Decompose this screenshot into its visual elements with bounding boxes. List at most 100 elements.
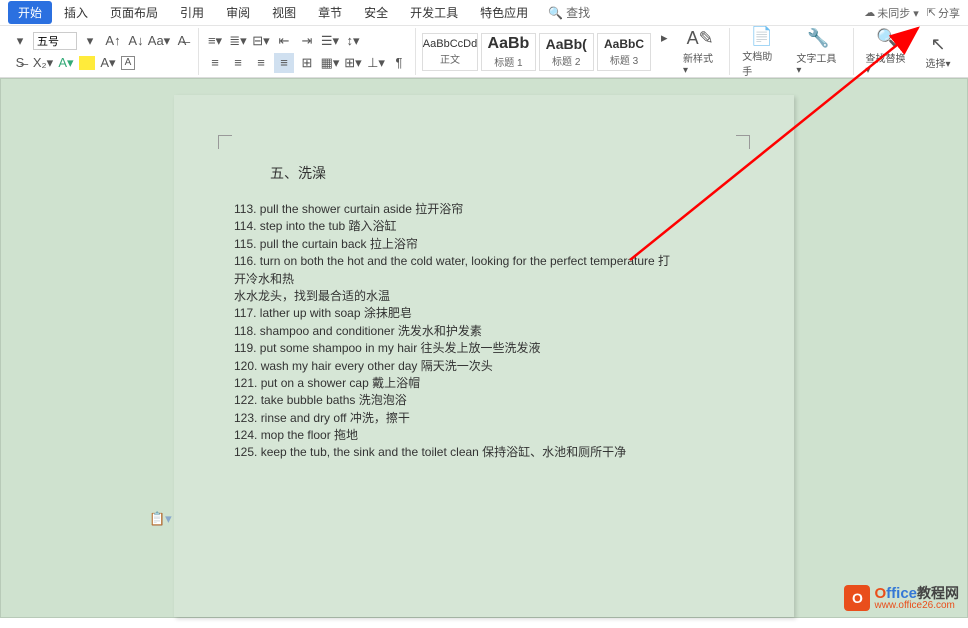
watermark-logo: O Office教程网 www.office26.com <box>844 585 959 611</box>
doc-helper-label: 文档助手 <box>742 48 781 78</box>
style-preview: AaBbC <box>604 37 644 51</box>
share-button[interactable]: ⇱ 分享 <box>927 5 960 21</box>
tab-special[interactable]: 特色应用 <box>470 1 538 24</box>
highlight-icon[interactable] <box>79 56 95 70</box>
magnifier-icon: 🔍 <box>876 28 898 50</box>
search-icon: 🔍 <box>548 6 563 20</box>
align-right-icon[interactable]: ≡ <box>251 53 271 73</box>
document-line: 开冷水和热 <box>234 271 734 288</box>
distribute-icon[interactable]: ⊞ <box>297 53 317 73</box>
document-line: 水水龙头，找到最合适的水温 <box>234 288 734 305</box>
new-style-label: 新样式▾ <box>683 50 717 76</box>
document-page: 五、洗澡 113. pull the shower curtain aside … <box>174 95 794 617</box>
styles-group: AaBbCcDd 正文 AaBb 标题 1 AaBb( 标题 2 AaBbC 标… <box>416 28 730 75</box>
sync-status[interactable]: ☁ 未同步 ▾ <box>864 5 919 21</box>
document-line: 123. rinse and dry off 冲洗，擦干 <box>234 410 734 427</box>
tab-chapter[interactable]: 章节 <box>308 1 352 24</box>
document-line: 114. step into the tub 踏入浴缸 <box>234 218 734 235</box>
share-label: 分享 <box>938 5 960 21</box>
text-effects-icon[interactable]: A▾ <box>98 53 118 73</box>
font-size-select[interactable]: 五号 <box>33 32 77 50</box>
select-label: 选择▾ <box>925 55 950 70</box>
style-heading2[interactable]: AaBb( 标题 2 <box>539 33 594 71</box>
sync-label: 未同步 ▾ <box>877 5 919 21</box>
paste-options-icon[interactable]: 📋▾ <box>149 511 172 527</box>
strikethrough-icon[interactable]: S̶ <box>10 53 30 73</box>
document-line: 118. shampoo and conditioner 洗发水和护发素 <box>234 323 734 340</box>
tab-insert[interactable]: 插入 <box>54 1 98 24</box>
style-heading1[interactable]: AaBb 标题 1 <box>481 33 536 71</box>
tab-start[interactable]: 开始 <box>8 1 52 24</box>
document-line: 122. take bubble baths 洗泡泡浴 <box>234 392 734 409</box>
align-justify-icon[interactable]: ≡ <box>274 53 294 73</box>
doc-helper-button[interactable]: 📄 文档助手 <box>736 24 787 80</box>
cloud-icon: ☁ <box>864 6 875 19</box>
new-style-button[interactable]: A✎ 新样式▾ <box>677 26 723 78</box>
style-normal[interactable]: AaBbCcDd 正文 <box>422 33 478 71</box>
styles-expand-icon[interactable]: ▸ <box>654 28 674 48</box>
align-center-icon[interactable]: ≡ <box>228 53 248 73</box>
borders-icon[interactable]: ⊞▾ <box>343 53 363 73</box>
document-line: 121. put on a shower cap 戴上浴帽 <box>234 375 734 392</box>
tab-references[interactable]: 引用 <box>170 1 214 24</box>
document-line: 113. pull the shower curtain aside 拉开浴帘 <box>234 201 734 218</box>
decrease-font-icon[interactable]: A↓ <box>126 31 146 51</box>
new-style-icon: A✎ <box>687 28 714 50</box>
text-direction-icon[interactable]: ☰▾ <box>320 31 340 51</box>
text-tools-button[interactable]: 🔧 文字工具▾ <box>790 26 846 78</box>
tab-security[interactable]: 安全 <box>354 1 398 24</box>
multilevel-icon[interactable]: ⊟▾ <box>251 31 271 51</box>
find-replace-button[interactable]: 🔍 查找替换▾ <box>860 26 915 78</box>
select-button[interactable]: ↖ 选择▾ <box>918 31 958 72</box>
style-label: 正文 <box>440 51 460 66</box>
ribbon-toolbar: ▾ 五号 ▾ A↑ A↓ Aa▾ A̶ S̶ X₂▾ A▾ A▾ A ≡▾ ≣▾ <box>0 26 968 78</box>
document-section-title: 五、洗澡 <box>270 163 734 183</box>
margin-corner-icon <box>218 135 232 149</box>
char-border-icon[interactable]: A <box>121 56 135 70</box>
increase-indent-icon[interactable]: ⇥ <box>297 31 317 51</box>
find-replace-label: 查找替换▾ <box>866 50 909 76</box>
text-tools-icon: 🔧 <box>807 28 829 50</box>
increase-font-icon[interactable]: A↑ <box>103 31 123 51</box>
style-preview: AaBb( <box>546 36 587 52</box>
style-heading3[interactable]: AaBbC 标题 3 <box>597 33 652 71</box>
style-preview: AaBb <box>488 35 530 53</box>
cursor-icon: ↖ <box>930 33 945 55</box>
document-line: 125. keep the tub, the sink and the toil… <box>234 444 734 461</box>
dropdown-arrow-icon[interactable]: ▾ <box>80 31 100 51</box>
tab-review[interactable]: 审阅 <box>216 1 260 24</box>
paragraph-mark-icon[interactable]: ¶ <box>389 53 409 73</box>
menu-bar: 开始 插入 页面布局 引用 审阅 视图 章节 安全 开发工具 特色应用 🔍 查找… <box>0 0 968 26</box>
style-preview: AaBbCcDd <box>423 38 477 50</box>
bullets-icon[interactable]: ≡▾ <box>205 31 225 51</box>
document-canvas[interactable]: 📋▾ 📋▾ 五、洗澡 113. pull the shower curtain … <box>0 78 968 618</box>
tools-group: 📄 文档助手 🔧 文字工具▾ <box>730 28 853 75</box>
search-button[interactable]: 🔍 查找 <box>540 1 598 24</box>
margin-corner-icon <box>736 135 750 149</box>
editing-group: 🔍 查找替换▾ ↖ 选择▾ <box>854 28 964 75</box>
document-line: 120. wash my hair every other day 隔天洗一次头 <box>234 358 734 375</box>
tab-developer[interactable]: 开发工具 <box>400 1 468 24</box>
document-line: 116. turn on both the hot and the cold w… <box>234 253 734 270</box>
clear-format-icon[interactable]: A̶ <box>172 31 192 51</box>
dropdown-arrow-icon[interactable]: ▾ <box>10 31 30 51</box>
document-line: 115. pull the curtain back 拉上浴帘 <box>234 236 734 253</box>
style-label: 标题 2 <box>552 53 580 68</box>
decrease-indent-icon[interactable]: ⇤ <box>274 31 294 51</box>
numbering-icon[interactable]: ≣▾ <box>228 31 248 51</box>
document-line: 119. put some shampoo in my hair 往头发上放一些… <box>234 340 734 357</box>
doc-helper-icon: 📄 <box>751 26 773 48</box>
font-color-icon[interactable]: A▾ <box>56 53 76 73</box>
tabs-icon[interactable]: ⊥▾ <box>366 53 386 73</box>
shading-icon[interactable]: ▦▾ <box>320 53 340 73</box>
share-icon: ⇱ <box>927 6 936 19</box>
search-label: 查找 <box>566 4 590 21</box>
style-label: 标题 1 <box>494 54 522 69</box>
align-left-icon[interactable]: ≡ <box>205 53 225 73</box>
style-label: 标题 3 <box>610 52 638 67</box>
tab-view[interactable]: 视图 <box>262 1 306 24</box>
tab-layout[interactable]: 页面布局 <box>100 1 168 24</box>
line-spacing-icon[interactable]: ↕▾ <box>343 31 363 51</box>
change-case-icon[interactable]: Aa▾ <box>149 31 169 51</box>
subscript-icon[interactable]: X₂▾ <box>33 53 53 73</box>
